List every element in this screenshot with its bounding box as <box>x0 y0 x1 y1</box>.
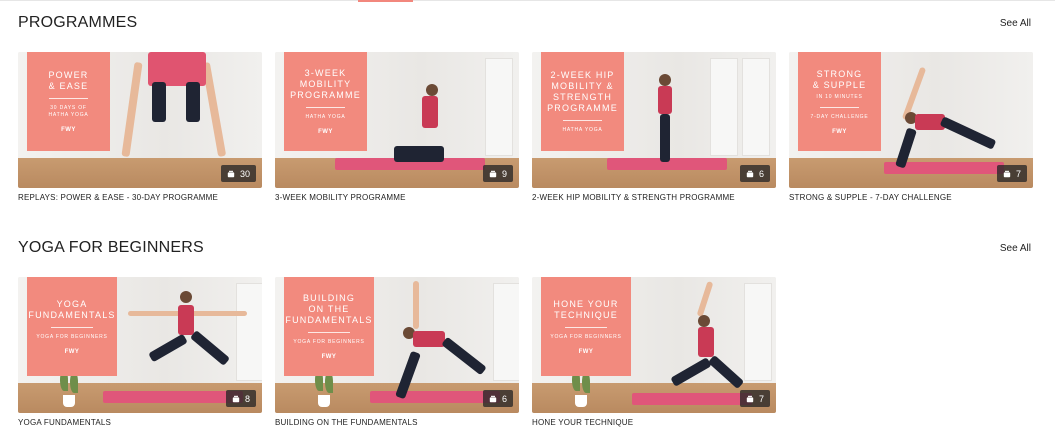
video-count: 9 <box>501 168 507 179</box>
section-header: YOGA FOR BEGINNERS See All <box>18 237 1031 259</box>
programme-card[interactable]: YOGA FUNDAMENTALS YOGA FOR BEGINNERS FWY… <box>18 277 262 428</box>
card-overlay: BUILDING ON THE FUNDAMENTALS YOGA FOR BE… <box>284 277 374 376</box>
card-overlay: 3-WEEK MOBILITY PROGRAMME HATHA YOGA FWY <box>284 52 367 151</box>
video-count: 6 <box>758 168 764 179</box>
video-stack-icon <box>489 395 497 402</box>
card-thumbnail[interactable]: BUILDING ON THE FUNDAMENTALS YOGA FOR BE… <box>275 277 519 413</box>
brand-logo: FWY <box>321 354 337 360</box>
video-count-badge: 7 <box>996 165 1027 182</box>
video-count: 7 <box>1015 168 1021 179</box>
video-count-badge: 6 <box>482 390 513 407</box>
yoga-figure <box>650 74 680 164</box>
section-header: PROGRAMMES See All <box>18 12 1031 34</box>
brand-logo: FWY <box>832 128 847 135</box>
card-title[interactable]: YOGA FUNDAMENTALS <box>18 418 262 428</box>
card-title[interactable]: BUILDING ON THE FUNDAMENTALS <box>275 418 519 428</box>
card-title[interactable]: STRONG & SUPPLE - 7-DAY CHALLENGE <box>789 193 1033 203</box>
brand-logo: FWY <box>318 129 333 135</box>
video-stack-icon <box>227 170 235 177</box>
overlay-title: POWER & EASE <box>48 70 89 91</box>
video-stack-icon <box>746 395 754 402</box>
programme-card[interactable]: POWER & EASE 30 DAYS OF HATHA YOGA FWY 3… <box>18 52 262 203</box>
overlay-subtitle: YOGA FOR BEGINNERS <box>36 333 108 340</box>
yoga-for-beginners-section: YOGA FOR BEGINNERS See All YOGA FUNDAMEN… <box>18 237 1031 428</box>
video-count: 30 <box>239 168 250 179</box>
card-thumbnail[interactable]: 2-WEEK HIP MOBILITY & STRENGTH PROGRAMME… <box>532 52 776 188</box>
card-title[interactable]: REPLAYS: POWER & EASE - 30-DAY PROGRAMME <box>18 193 262 203</box>
overlay-title: HONE YOUR TECHNIQUE <box>553 298 619 320</box>
yoga-figure <box>891 66 1001 169</box>
video-stack-icon <box>232 395 240 402</box>
programmes-section: PROGRAMMES See All POWER & EASE 30 DAYS … <box>18 12 1033 203</box>
card-overlay: HONE YOUR TECHNIQUE YOGA FOR BEGINNERS F… <box>541 277 631 376</box>
card-title[interactable]: HONE YOUR TECHNIQUE <box>532 418 776 428</box>
brand-logo: FWY <box>64 348 80 355</box>
programme-card[interactable]: HONE YOUR TECHNIQUE YOGA FOR BEGINNERS F… <box>532 277 776 428</box>
card-thumbnail[interactable]: STRONG & SUPPLE IN 10 MINUTES 7-DAY CHAL… <box>789 52 1033 188</box>
overlay-title: BUILDING ON THE FUNDAMENTALS <box>285 293 373 325</box>
card-overlay: 2-WEEK HIP MOBILITY & STRENGTH PROGRAMME… <box>541 52 624 151</box>
programme-card[interactable]: STRONG & SUPPLE IN 10 MINUTES 7-DAY CHAL… <box>789 52 1033 203</box>
yoga-figure <box>390 84 460 164</box>
overlay-note: IN 10 MINUTES <box>816 93 863 100</box>
video-count: 7 <box>758 393 764 404</box>
video-count: 6 <box>501 393 507 404</box>
yoga-figure <box>662 280 752 406</box>
section-title: YOGA FOR BEGINNERS <box>18 239 204 256</box>
video-stack-icon <box>746 170 754 177</box>
brand-logo: FWY <box>61 127 76 133</box>
card-overlay: YOGA FUNDAMENTALS YOGA FOR BEGINNERS FWY <box>27 277 117 376</box>
overlay-subtitle: 30 DAYS OF HATHA YOGA <box>48 105 89 118</box>
card-title[interactable]: 2-WEEK HIP MOBILITY & STRENGTH PROGRAMME <box>532 193 776 203</box>
card-thumbnail[interactable]: POWER & EASE 30 DAYS OF HATHA YOGA FWY 3… <box>18 52 262 188</box>
yoga-figure <box>128 291 248 401</box>
overlay-subtitle: HATHA YOGA <box>305 114 346 120</box>
card-title[interactable]: 3-WEEK MOBILITY PROGRAMME <box>275 193 519 203</box>
card-thumbnail[interactable]: HONE YOUR TECHNIQUE YOGA FOR BEGINNERS F… <box>532 277 776 413</box>
programme-card[interactable]: 2-WEEK HIP MOBILITY & STRENGTH PROGRAMME… <box>532 52 776 203</box>
programme-card[interactable]: 3-WEEK MOBILITY PROGRAMME HATHA YOGA FWY… <box>275 52 519 203</box>
yoga-figure <box>395 281 495 406</box>
video-count: 8 <box>244 393 250 404</box>
card-row: YOGA FUNDAMENTALS YOGA FOR BEGINNERS FWY… <box>18 277 1031 428</box>
overlay-subtitle: YOGA FOR BEGINNERS <box>293 339 365 345</box>
overlay-title: STRONG & SUPPLE <box>812 68 867 90</box>
brand-logo: FWY <box>578 348 594 355</box>
video-count-badge: 30 <box>220 165 256 182</box>
programme-card[interactable]: BUILDING ON THE FUNDAMENTALS YOGA FOR BE… <box>275 277 519 428</box>
video-stack-icon <box>489 170 497 177</box>
card-overlay: STRONG & SUPPLE IN 10 MINUTES 7-DAY CHAL… <box>798 52 881 151</box>
card-thumbnail[interactable]: YOGA FUNDAMENTALS YOGA FOR BEGINNERS FWY… <box>18 277 262 413</box>
video-count-badge: 6 <box>739 165 770 182</box>
video-count-badge: 9 <box>482 165 513 182</box>
overlay-title: 3-WEEK MOBILITY PROGRAMME <box>290 68 361 100</box>
video-count-badge: 8 <box>225 390 256 407</box>
card-row: POWER & EASE 30 DAYS OF HATHA YOGA FWY 3… <box>18 52 1033 203</box>
video-count-badge: 7 <box>739 390 770 407</box>
card-thumbnail[interactable]: 3-WEEK MOBILITY PROGRAMME HATHA YOGA FWY… <box>275 52 519 188</box>
see-all-link[interactable]: See All <box>1000 243 1031 254</box>
top-divider <box>0 0 1055 1</box>
overlay-subtitle: HATHA YOGA <box>562 126 603 133</box>
section-title: PROGRAMMES <box>18 14 138 31</box>
card-overlay: POWER & EASE 30 DAYS OF HATHA YOGA FWY <box>27 52 110 151</box>
video-stack-icon <box>1003 170 1011 177</box>
active-tab-indicator <box>358 0 413 2</box>
overlay-title: YOGA FUNDAMENTALS <box>28 298 116 320</box>
overlay-subtitle: 7-DAY CHALLENGE <box>810 113 869 120</box>
overlay-title: 2-WEEK HIP MOBILITY & STRENGTH PROGRAMME <box>547 69 618 113</box>
overlay-subtitle: YOGA FOR BEGINNERS <box>550 333 622 340</box>
see-all-link[interactable]: See All <box>1000 18 1031 29</box>
yoga-figure <box>121 52 228 162</box>
